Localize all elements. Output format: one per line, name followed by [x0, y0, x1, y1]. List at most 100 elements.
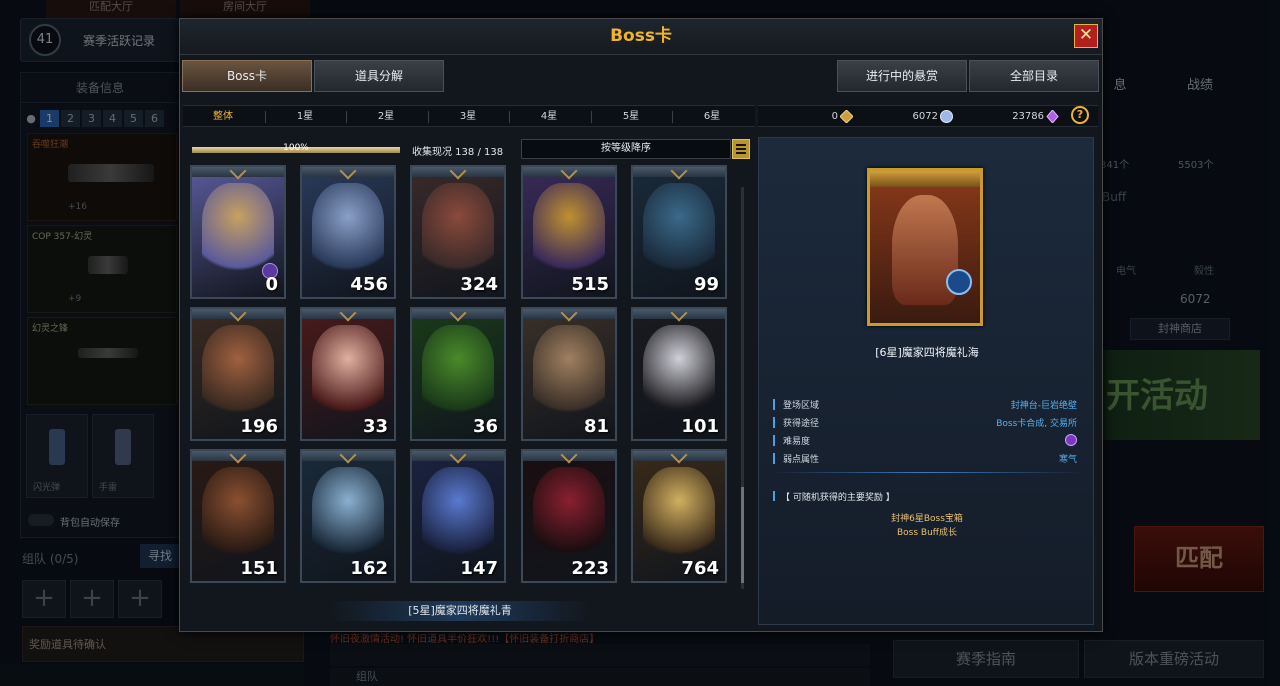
crystal-ball-icon	[940, 110, 953, 123]
boss-card[interactable]: 81	[521, 307, 617, 441]
boss-illustration	[422, 325, 494, 421]
filter-3-star[interactable]: 3星	[428, 106, 508, 128]
boss-card[interactable]: 515	[521, 165, 617, 299]
card-count: 147	[460, 558, 498, 579]
boss-illustration	[643, 467, 715, 563]
attr-key: 难易度	[783, 437, 811, 447]
boss-card[interactable]: 223	[521, 449, 617, 583]
boss-illustration	[422, 467, 494, 563]
selected-boss-card	[867, 168, 983, 326]
sort-menu-button[interactable]	[732, 139, 750, 159]
card-header	[412, 451, 504, 461]
card-count: 196	[240, 416, 278, 437]
close-button[interactable]: ✕	[1074, 24, 1098, 48]
card-star-header	[870, 171, 980, 187]
gold-diamond-icon	[840, 110, 853, 123]
card-count: 515	[571, 274, 609, 295]
card-header	[302, 309, 394, 319]
star-filter-bar: 整体 1星 2星 3星 4星 5星 6星	[183, 105, 755, 127]
active-bounty-button[interactable]: 进行中的悬赏	[837, 60, 967, 92]
attr-obtain-method: 获得途径 Boss卡合成, 交易所	[773, 416, 1077, 430]
tab-boss-card[interactable]: Boss卡	[182, 60, 312, 92]
card-count: 99	[693, 274, 719, 295]
boss-card[interactable]: 147	[410, 449, 506, 583]
boss-card-modal: Boss卡 ✕ Boss卡 道具分解 进行中的悬赏 全部目录 整体 1星 2星 …	[179, 18, 1103, 632]
boss-illustration	[312, 467, 384, 563]
attr-weakness: 弱点属性 寒气	[773, 452, 1077, 466]
boss-card[interactable]: 162	[300, 449, 396, 583]
boss-card[interactable]: 151	[190, 449, 286, 583]
card-header	[523, 309, 615, 319]
full-catalog-button[interactable]: 全部目录	[969, 60, 1099, 92]
boss-card[interactable]: 99	[631, 165, 727, 299]
boss-card[interactable]: 324	[410, 165, 506, 299]
boss-card[interactable]: 36	[410, 307, 506, 441]
attr-value: 寒气	[1058, 455, 1077, 465]
boss-card[interactable]: 101	[631, 307, 727, 441]
reward-item: Boss Buff成长	[897, 528, 957, 538]
card-count: 324	[460, 274, 498, 295]
attr-difficulty: 难易度	[773, 434, 1077, 448]
collection-status: 收集现况 138 / 138	[412, 147, 504, 158]
card-header	[412, 167, 504, 177]
card-header	[192, 309, 284, 319]
progress-label: 100%	[283, 143, 309, 153]
tab-item-decompose[interactable]: 道具分解	[314, 60, 444, 92]
filter-1-star[interactable]: 1星	[265, 106, 345, 128]
filter-5-star[interactable]: 5星	[591, 106, 671, 128]
card-grid-scrollbar[interactable]	[741, 187, 744, 589]
boss-card[interactable]: 196	[190, 307, 286, 441]
boss-card[interactable]: 33	[300, 307, 396, 441]
modal-title: Boss卡	[610, 26, 672, 46]
boss-illustration	[533, 183, 605, 279]
boss-card[interactable]: 0	[190, 165, 286, 299]
boss-illustration	[533, 467, 605, 563]
card-count: 764	[681, 558, 719, 579]
boss-card[interactable]: 456	[300, 165, 396, 299]
attr-value: Boss卡合成, 交易所	[996, 419, 1077, 429]
card-count: 36	[472, 416, 498, 437]
filter-all[interactable]: 整体	[183, 106, 263, 128]
card-header	[633, 167, 725, 177]
selected-card-name: [6星]魔家四将魔礼海	[875, 346, 979, 359]
boss-card[interactable]: 764	[631, 449, 727, 583]
boss-illustration	[312, 325, 384, 421]
modal-titlebar: Boss卡 ✕	[180, 19, 1102, 55]
filter-2-star[interactable]: 2星	[346, 106, 426, 128]
attr-key: 登场区域	[783, 401, 820, 411]
filter-6-star[interactable]: 6星	[672, 106, 752, 128]
attr-appear-area: 登场区域 封神台-巨岩绝壁	[773, 398, 1077, 412]
card-header	[412, 309, 504, 319]
sort-dropdown[interactable]: 按等级降序	[521, 139, 731, 159]
card-header	[523, 167, 615, 177]
card-count: 0	[265, 274, 278, 295]
currency-bar: 0 6072 23786	[758, 105, 1098, 127]
currency-gold-value: 0	[831, 111, 838, 122]
card-header	[523, 451, 615, 461]
card-count: 223	[571, 558, 609, 579]
boss-illustration	[533, 325, 605, 421]
detail-separator	[771, 472, 1083, 473]
boss-illustration	[312, 183, 384, 279]
help-button[interactable]: ?	[1071, 106, 1089, 124]
card-header	[192, 451, 284, 461]
card-detail-panel: [6星]魔家四将魔礼海 登场区域 封神台-巨岩绝壁 获得途径 Boss卡合成, …	[758, 137, 1094, 625]
card-header	[302, 167, 394, 177]
hover-card-label: [5星]魔家四将魔礼青	[330, 601, 590, 621]
reward-header: 【 可随机获得的主要奖励 】	[773, 490, 895, 503]
boss-card-grid: 0 456 324 515 99 196 33 36 81 101 151 162 147 223 764	[190, 165, 736, 591]
card-count: 456	[350, 274, 388, 295]
attr-key: 获得途径	[783, 419, 820, 429]
card-count: 33	[362, 416, 388, 437]
card-count: 162	[350, 558, 388, 579]
currency-crystal-value: 6072	[912, 111, 938, 122]
attr-value: 封神台-巨岩绝壁	[1010, 401, 1077, 411]
close-icon: ✕	[1078, 25, 1094, 45]
card-header	[192, 167, 284, 177]
reward-item: 封神6星Boss宝箱	[891, 514, 963, 524]
scrollbar-thumb[interactable]	[741, 487, 744, 583]
filter-4-star[interactable]: 4星	[509, 106, 589, 128]
card-header	[302, 451, 394, 461]
card-count: 151	[240, 558, 278, 579]
card-count: 81	[583, 416, 609, 437]
